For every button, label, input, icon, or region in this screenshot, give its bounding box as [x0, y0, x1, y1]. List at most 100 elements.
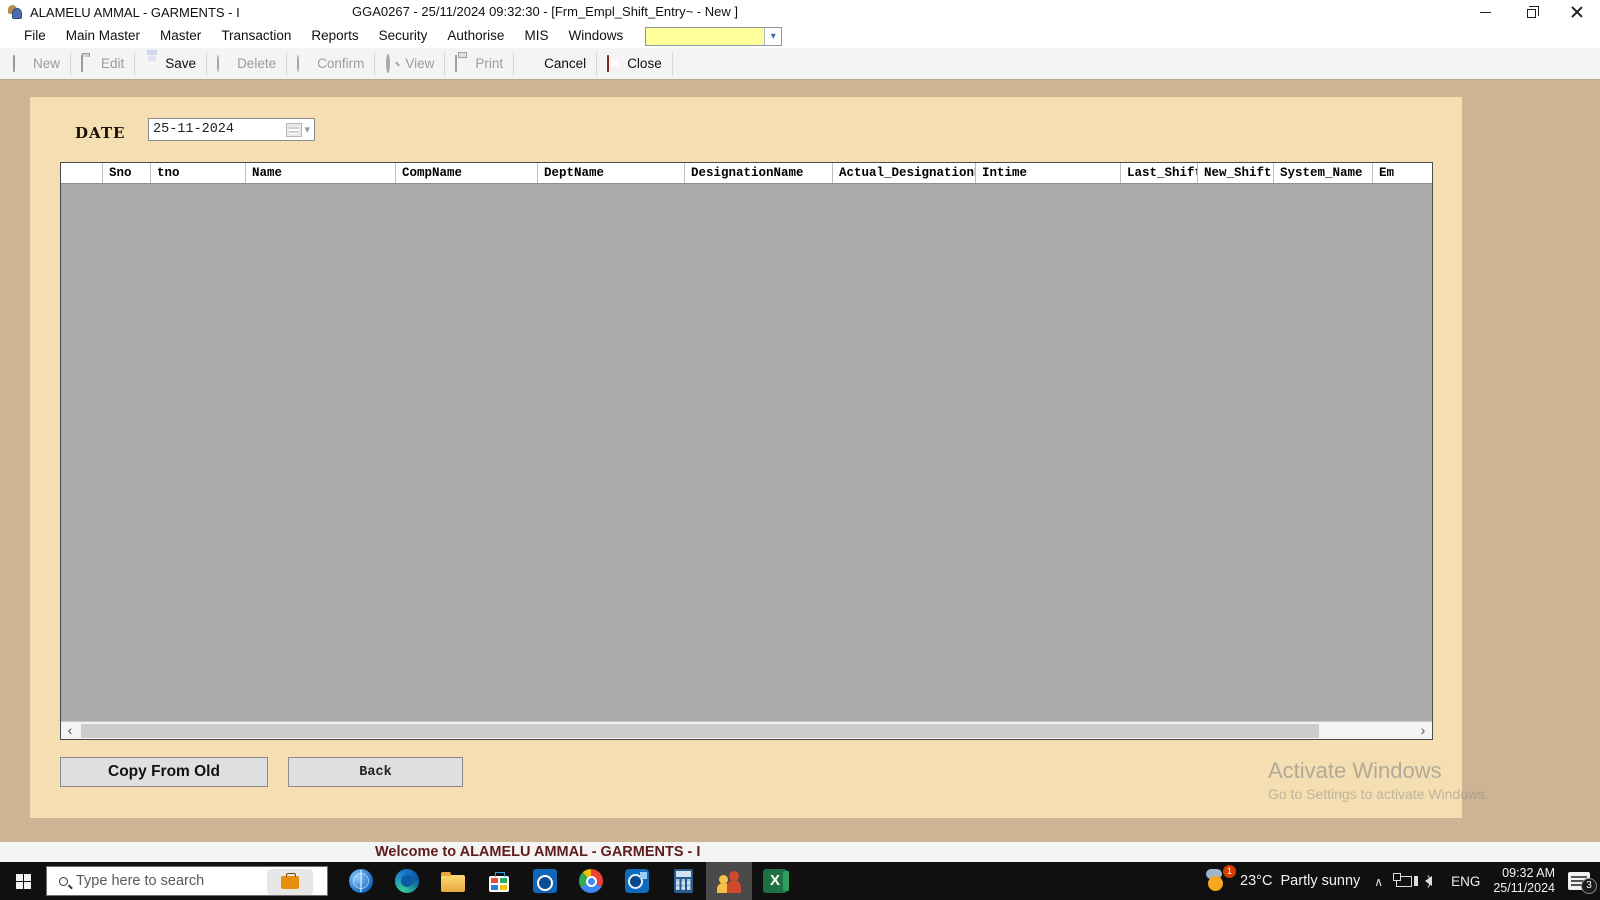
restore-button[interactable] [1508, 0, 1554, 24]
menu-authorise[interactable]: Authorise [437, 24, 514, 48]
grid-col-new-shift[interactable]: New_Shift [1198, 163, 1274, 183]
grid-col-name[interactable]: Name [246, 163, 396, 183]
print-icon [455, 55, 470, 72]
quick-search-combobox[interactable]: ▾ [645, 26, 783, 46]
language-indicator[interactable]: ENG [1451, 874, 1480, 889]
menu-windows[interactable]: Windows [558, 24, 633, 48]
close-red-icon [607, 55, 622, 72]
date-picker[interactable]: ▾ [148, 118, 315, 141]
view-button[interactable]: View [376, 51, 443, 77]
confirm-icon [297, 55, 312, 72]
people-icon [717, 869, 741, 893]
edit-button[interactable]: Edit [72, 51, 133, 77]
store-icon [489, 871, 509, 892]
tray-chevron-up-icon[interactable]: ∧ [1374, 875, 1383, 889]
menu-bar: File Main Master Master Transaction Repo… [0, 24, 1600, 48]
menu-reports[interactable]: Reports [301, 24, 368, 48]
search-highlight-tile[interactable] [267, 869, 313, 895]
title-bar: ALAMELU AMMAL - GARMENTS - I GGA0267 - 2… [0, 0, 1600, 24]
minimize-icon [1479, 11, 1491, 13]
status-bar: Welcome to ALAMELU AMMAL - GARMENTS - I [0, 842, 1600, 862]
taskbar-calculator[interactable] [660, 862, 706, 900]
grid-col-rowselector[interactable] [61, 163, 103, 183]
calculator-icon [673, 869, 693, 893]
taskbar-outlook[interactable] [522, 862, 568, 900]
scroll-right-icon[interactable]: › [1414, 722, 1432, 740]
delete-button[interactable]: Delete [208, 51, 285, 77]
toolbar: New Edit Save Delete Confirm View Print … [0, 48, 1600, 80]
new-button[interactable]: New [4, 51, 69, 77]
start-button[interactable] [0, 862, 46, 900]
grid-col-em[interactable]: Em [1373, 163, 1432, 183]
menu-file[interactable]: File [14, 24, 56, 48]
tray-date: 25/11/2024 [1493, 881, 1555, 895]
speaker-icon[interactable] [1414, 873, 1433, 888]
taskbar-file-explorer[interactable] [430, 862, 476, 900]
taskbar-outlook-new[interactable] [614, 862, 660, 900]
grid-col-intime[interactable]: Intime [976, 163, 1121, 183]
grid-col-designationname[interactable]: DesignationName [685, 163, 833, 183]
grid-col-system-name[interactable]: System_Name [1274, 163, 1373, 183]
confirm-button[interactable]: Confirm [288, 51, 373, 77]
menu-master[interactable]: Master [150, 24, 211, 48]
notification-center-icon[interactable]: 3 [1568, 872, 1597, 894]
app-icon [7, 4, 23, 20]
grid-col-deptname[interactable]: DeptName [538, 163, 685, 183]
combobox-field[interactable] [646, 28, 764, 45]
cancel-button[interactable]: Cancel [515, 51, 595, 77]
network-pc-icon[interactable] [1393, 872, 1413, 887]
scroll-left-icon[interactable]: ‹ [61, 722, 79, 740]
menu-mis[interactable]: MIS [514, 24, 558, 48]
chrome-icon [579, 869, 603, 893]
windows-logo-icon [15, 873, 31, 889]
grid-col-actual-designation[interactable]: Actual_DesignationNa [833, 163, 976, 183]
search-input[interactable] [76, 873, 236, 889]
date-input[interactable] [149, 122, 287, 137]
minimize-button[interactable] [1462, 0, 1508, 24]
edge-icon [395, 869, 419, 893]
tray-time: 09:32 AM [1502, 866, 1555, 880]
grid-col-tno[interactable]: tno [151, 163, 246, 183]
chevron-down-icon[interactable]: ▾ [764, 27, 782, 45]
screen: ALAMELU AMMAL - GARMENTS - I GGA0267 - 2… [0, 0, 1600, 900]
taskbar-search[interactable] [46, 866, 328, 896]
menu-transaction[interactable]: Transaction [211, 24, 301, 48]
menu-security[interactable]: Security [369, 24, 438, 48]
taskbar-internet-app[interactable] [338, 862, 384, 900]
edit-folder-icon [81, 55, 96, 72]
weather-widget[interactable]: 1 23°C Partly sunny [1206, 865, 1360, 893]
briefcase-icon [281, 872, 299, 889]
grid-header-row: Sno tno Name CompName DeptName Designati… [61, 163, 1432, 184]
scrollbar-track[interactable] [79, 722, 1414, 740]
taskbar-excel[interactable] [752, 862, 798, 900]
back-button[interactable]: Back [288, 757, 463, 787]
delete-icon [217, 55, 232, 72]
employee-shift-grid: Sno tno Name CompName DeptName Designati… [60, 162, 1433, 740]
calendar-icon[interactable] [286, 122, 303, 137]
save-button[interactable]: Save [136, 51, 205, 77]
grid-col-last-shift[interactable]: Last_Shift [1121, 163, 1198, 183]
taskbar-store[interactable] [476, 862, 522, 900]
close-button[interactable] [1554, 0, 1600, 24]
grid-horizontal-scrollbar[interactable]: ‹ › [61, 721, 1432, 739]
taskbar-tray-area: 1 23°C Partly sunny ∧ ENG 09:32 AM 25/11… [1206, 862, 1600, 900]
excel-icon [763, 869, 789, 893]
close-form-button[interactable]: Close [598, 51, 671, 77]
copy-from-old-button[interactable]: Copy From Old [60, 757, 268, 787]
taskbar-edge[interactable] [384, 862, 430, 900]
grid-col-sno[interactable]: Sno [103, 163, 151, 183]
menu-main-master[interactable]: Main Master [56, 24, 150, 48]
grid-col-compname[interactable]: CompName [396, 163, 538, 183]
print-button[interactable]: Print [446, 51, 512, 77]
weather-icon: 1 [1206, 865, 1237, 893]
outlook-new-icon [625, 869, 649, 893]
outlook-icon [533, 869, 557, 893]
taskbar-active-app[interactable] [706, 862, 752, 900]
taskbar-chrome[interactable] [568, 862, 614, 900]
globe-icon [349, 869, 373, 893]
clock[interactable]: 09:32 AM 25/11/2024 [1493, 866, 1555, 896]
scrollbar-thumb[interactable] [81, 723, 1319, 738]
weather-temp: 23°C [1240, 873, 1273, 889]
date-dropdown-icon[interactable]: ▾ [304, 123, 310, 136]
folder-icon [441, 871, 465, 892]
